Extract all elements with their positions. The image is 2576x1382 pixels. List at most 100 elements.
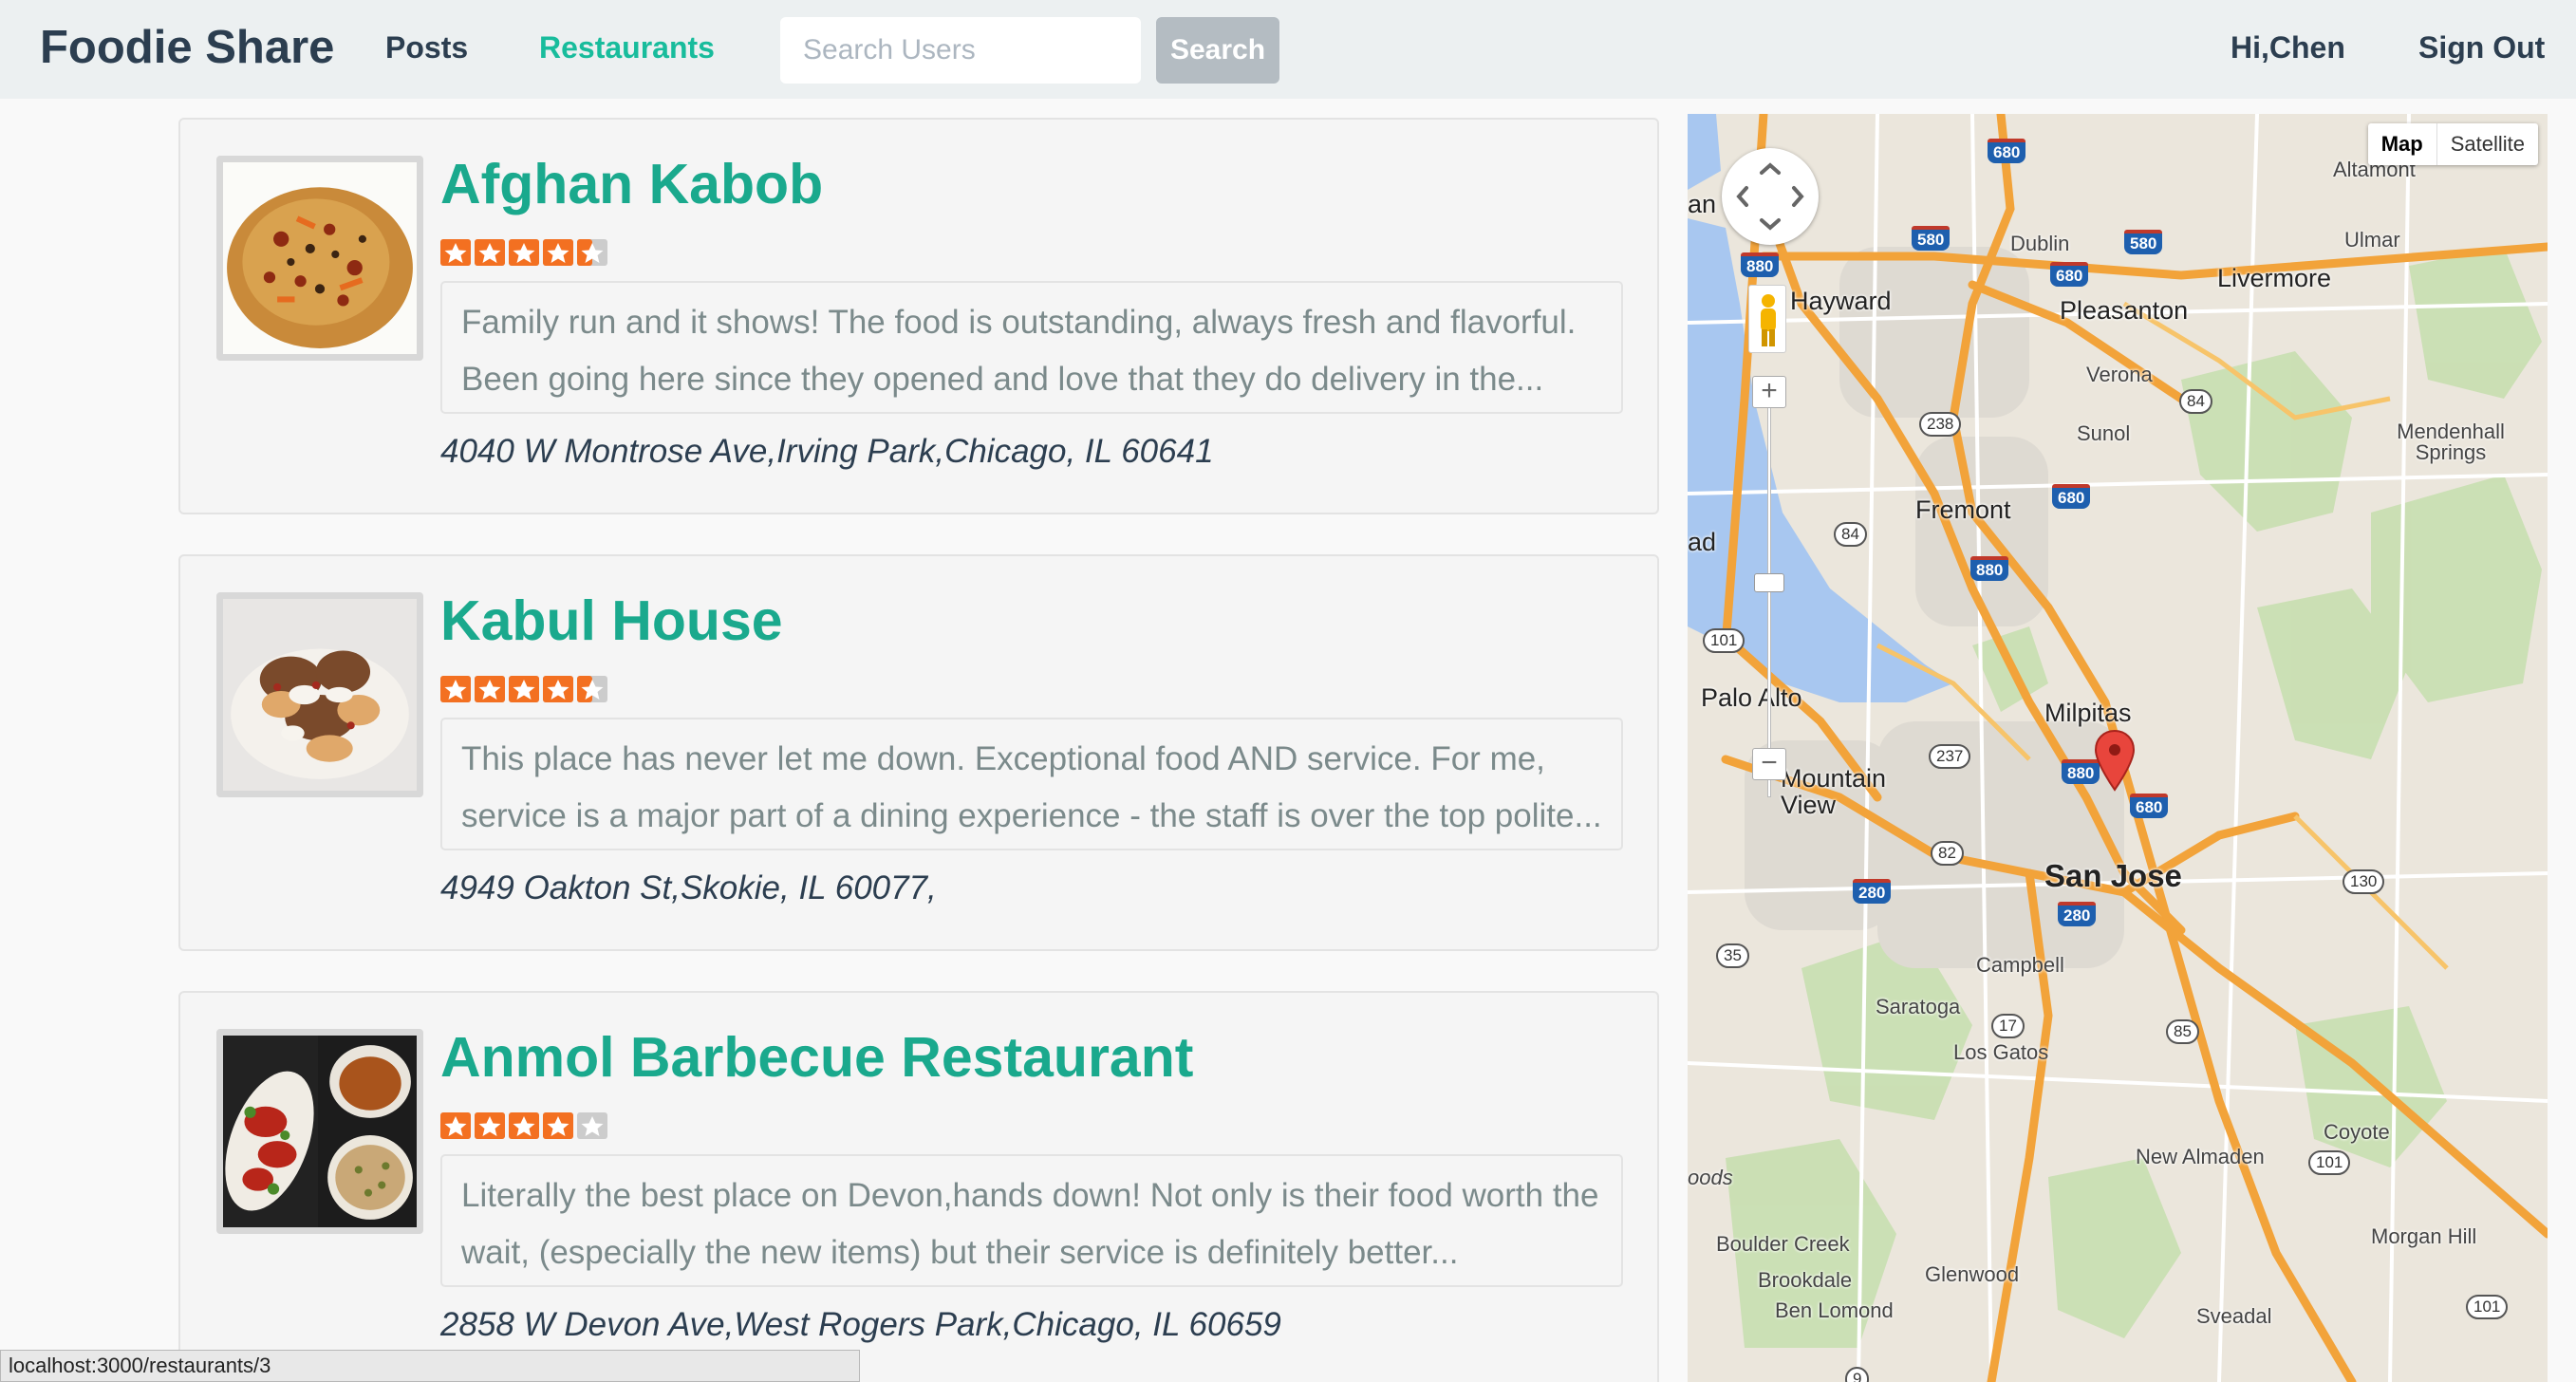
map-label: New Almaden: [2136, 1145, 2265, 1168]
map-label: Sveadal: [2196, 1304, 2272, 1328]
zoom-slider-track[interactable]: [1767, 399, 1771, 797]
star-full-icon: [475, 239, 505, 266]
route-shield: 101: [2466, 1295, 2509, 1319]
star-empty-icon: [577, 1112, 607, 1139]
nav-link-posts[interactable]: Posts: [385, 30, 468, 65]
map-label: Mountain View: [1781, 764, 1887, 819]
sign-out-link[interactable]: Sign Out: [2418, 30, 2545, 65]
highway-badge: 880: [1741, 252, 1780, 277]
rating-stars: [440, 1112, 611, 1143]
map-label: Dublin: [2010, 232, 2070, 255]
map-label: Palo Alto: [1701, 683, 1802, 712]
highway-badge: 580: [1912, 226, 1951, 251]
map-label: Verona: [2086, 363, 2153, 386]
map-label: Saratoga: [1876, 995, 1961, 1018]
zoom-in-button[interactable]: +: [1752, 376, 1786, 408]
star-full-icon: [543, 676, 573, 702]
map-label: Ben Lomond: [1775, 1298, 1894, 1322]
star-full-icon: [543, 239, 573, 266]
map-label: Brookdale: [1758, 1268, 1853, 1292]
map-label: San Jose: [2044, 858, 2182, 893]
review-snippet: Family run and it shows! The food is out…: [440, 281, 1623, 414]
restaurant-address: 2858 W Devon Ave,West Rogers Park,Chicag…: [440, 1306, 1281, 1343]
restaurant-card: Kabul House This place has never let me …: [178, 554, 1659, 951]
star-full-icon: [509, 676, 539, 702]
map-label: Morgan Hill: [2371, 1224, 2477, 1248]
highway-badge: 580: [2124, 230, 2163, 254]
highway-badge: 680: [2130, 794, 2169, 818]
map-label: Campbell: [1976, 953, 2064, 977]
star-full-icon: [509, 1112, 539, 1139]
map-marker-icon[interactable]: [2094, 729, 2136, 792]
map-label: Milpitas: [2044, 699, 2132, 727]
restaurant-photo[interactable]: [216, 156, 423, 361]
star-full-icon: [475, 1112, 505, 1139]
search-button[interactable]: Search: [1156, 17, 1279, 84]
street-view-pegman-icon[interactable]: [1748, 285, 1786, 353]
user-greeting-link[interactable]: Hi,Chen: [2231, 30, 2345, 65]
highway-badge: 880: [1970, 556, 2009, 581]
highway-badge: 680: [1988, 139, 2026, 163]
map-type-map-button[interactable]: Map: [2368, 123, 2437, 165]
restaurant-card: Anmol Barbecue Restaurant Literally the …: [178, 991, 1659, 1382]
route-shield: 84: [1834, 522, 1867, 547]
zoom-slider-handle[interactable]: [1754, 573, 1784, 592]
restaurant-address: 4949 Oakton St,Skokie, IL 60077,: [440, 869, 937, 906]
star-half-icon: [577, 676, 607, 702]
nav-link-restaurants[interactable]: Restaurants: [539, 30, 715, 65]
star-full-icon: [440, 676, 471, 702]
restaurant-card: Afghan Kabob Family run and it shows! Th…: [178, 118, 1659, 514]
route-shield: 101: [2308, 1150, 2351, 1175]
navbar: Foodie Share Posts Restaurants Search Hi…: [0, 0, 2576, 99]
star-full-icon: [440, 239, 471, 266]
map-type-control: Map Satellite: [2367, 123, 2538, 165]
route-shield: 17: [1991, 1014, 2025, 1038]
restaurant-photo[interactable]: [216, 592, 423, 797]
brand-logo[interactable]: Foodie Share: [40, 21, 334, 74]
zoom-out-button[interactable]: −: [1752, 748, 1786, 780]
pan-control[interactable]: [1722, 148, 1819, 245]
star-full-icon: [440, 1112, 471, 1139]
map[interactable]: San Jose Fremont Milpitas Hayward Pleasa…: [1688, 114, 2548, 1382]
route-shield: 130: [2343, 869, 2385, 894]
search-users-input[interactable]: [780, 17, 1141, 84]
review-snippet: This place has never let me down. Except…: [440, 718, 1623, 850]
map-label: Fremont: [1915, 495, 2011, 524]
rating-stars: [440, 676, 611, 706]
restaurant-name[interactable]: Anmol Barbecue Restaurant: [440, 1025, 1193, 1090]
map-label: Mendenhall Springs: [2397, 420, 2505, 464]
route-shield: 82: [1931, 841, 1964, 866]
restaurant-address: 4040 W Montrose Ave,Irving Park,Chicago,…: [440, 433, 1214, 470]
map-label: Livermore: [2217, 264, 2332, 292]
map-label: ad: [1688, 528, 1717, 556]
map-label: Pleasanton: [2060, 296, 2189, 325]
browser-status-url: localhost:3000/restaurants/3: [0, 1350, 860, 1382]
map-type-satellite-button[interactable]: Satellite: [2437, 123, 2538, 165]
star-full-icon: [509, 239, 539, 266]
route-shield: 238: [1919, 412, 1962, 437]
route-shield: 101: [1703, 628, 1745, 653]
route-shield: 35: [1716, 943, 1749, 968]
map-label: oods: [1688, 1166, 1733, 1189]
highway-badge: 280: [2058, 902, 2097, 926]
map-label: Coyote: [2324, 1120, 2390, 1144]
map-label: Hayward: [1790, 287, 1892, 315]
map-label: Glenwood: [1925, 1262, 2020, 1286]
star-half-icon: [577, 239, 607, 266]
review-snippet: Literally the best place on Devon,hands …: [440, 1154, 1623, 1287]
route-shield: 237: [1929, 744, 1971, 769]
map-label: Los Gatos: [1953, 1040, 2049, 1064]
highway-badge: 680: [2050, 262, 2089, 287]
rating-stars: [440, 239, 611, 270]
star-full-icon: [475, 676, 505, 702]
highway-badge: 680: [2052, 484, 2091, 509]
pan-arrows-icon: [1736, 162, 1804, 231]
map-label: Boulder Creek: [1716, 1232, 1850, 1256]
map-label: Sunol: [2077, 421, 2131, 445]
restaurant-name[interactable]: Kabul House: [440, 588, 783, 653]
map-label: Ulmar: [2344, 228, 2400, 252]
highway-badge: 280: [1853, 879, 1892, 904]
restaurant-photo[interactable]: [216, 1029, 423, 1234]
restaurant-name[interactable]: Afghan Kabob: [440, 152, 823, 216]
star-full-icon: [543, 1112, 573, 1139]
